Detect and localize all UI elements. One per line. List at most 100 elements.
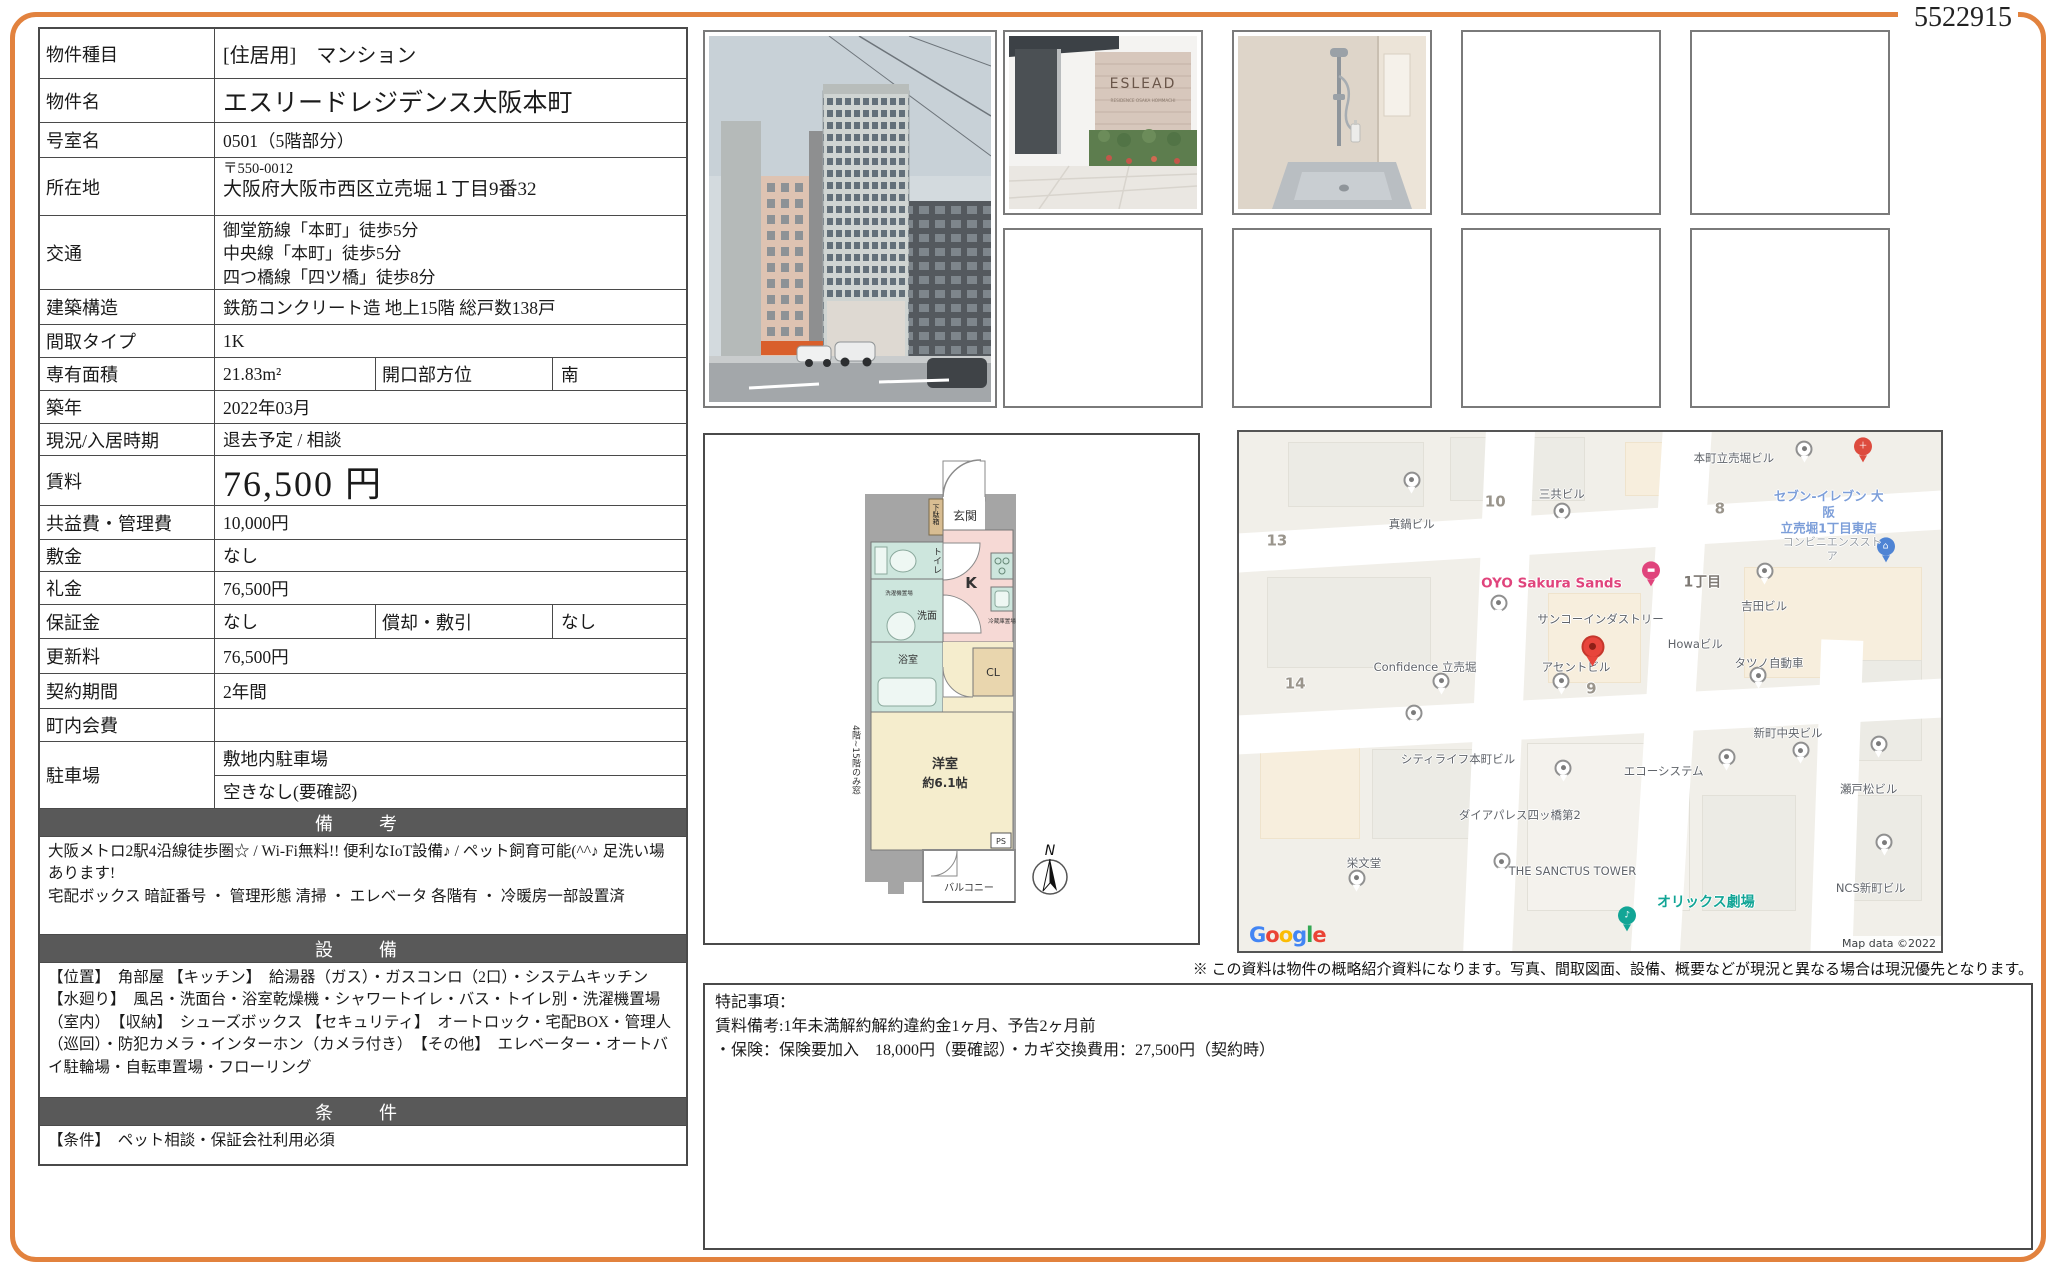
map-label: 8 <box>1715 499 1725 518</box>
area-value: 21.83m² <box>215 358 375 390</box>
map-label: 13 <box>1266 532 1287 551</box>
eslead-sign-subtext: RESIDENCE OSAKA HOMMACHI <box>1111 98 1176 103</box>
row-label: 物件種目 <box>40 29 215 78</box>
pin-shinmachi-chuo <box>1792 742 1809 759</box>
table-row: 礼金 76,500円 <box>40 571 686 604</box>
row-label: 共益費・管理費 <box>40 506 215 539</box>
disclaimer-note: ※ この資料は物件の概略紹介資料になります。写真、間取図面、設備、概要などが現況… <box>703 958 2033 979</box>
direction-value: 南 <box>553 358 686 390</box>
parking-line: 空きなし(要確認) <box>215 775 686 808</box>
row-label: 建築構造 <box>40 290 215 324</box>
map-label: 吉田ビル <box>1741 599 1787 613</box>
map-label: シティライフ本町ビル <box>1401 752 1515 766</box>
table-row: 契約期間 2年間 <box>40 673 686 708</box>
row-label: 契約期間 <box>40 674 215 708</box>
map-label: Confidence 立売堀 <box>1374 660 1477 674</box>
row-label: 間取タイプ <box>40 325 215 357</box>
property-flyer-page: 5522915 物件種目 [住居用] マンション 物件名 エスリードレジデンス大… <box>0 0 2056 1265</box>
map-label: コンビニエンスストア <box>1778 535 1887 563</box>
photo-placeholder-empty <box>1690 30 1890 215</box>
bathroom-label: 浴室 <box>898 653 918 666</box>
room-size-label: 約6.1帖 <box>922 775 967 790</box>
row-label: 現況/入居時期 <box>40 424 215 455</box>
map-label: 栄文堂 <box>1347 856 1382 870</box>
table-row: 物件名 エスリードレジデンス大阪本町 <box>40 78 686 122</box>
pin-convenience: ＋ <box>1854 437 1872 455</box>
property-table: 物件種目 [住居用] マンション 物件名 エスリードレジデンス大阪本町 号室名 … <box>38 27 688 1166</box>
map-label: エコーシステム <box>1624 764 1704 778</box>
table-row: 築年 2022年03月 <box>40 390 686 423</box>
toilet-label: トイレ <box>931 547 942 574</box>
map-label: 新町中央ビル <box>1753 726 1822 740</box>
google-logo-letter: e <box>1312 923 1325 947</box>
table-row: 所在地 〒550-0012 大阪府大阪市西区立売堀１丁目9番32 <box>40 157 686 215</box>
table-row: 専有面積 21.83m² 開口部方位 南 <box>40 357 686 390</box>
row-value: なし <box>215 540 686 571</box>
pin-theater: ♪ <box>1618 907 1636 925</box>
washroom-label: 洗面 <box>917 610 937 622</box>
pin-sanko <box>1490 594 1507 611</box>
map-label: アセントビル <box>1542 660 1611 674</box>
row-label: 専有面積 <box>40 358 215 390</box>
row-label: 賃料 <box>40 456 215 505</box>
pin-confidence <box>1433 672 1450 689</box>
special-notes-line: ・保険：保険要加入 18,000円（要確認）・カギ交換費用：27,500円（契約… <box>715 1039 2021 1063</box>
pin-ascent <box>1553 672 1570 689</box>
entrance-photo-graphic: ESLEAD RESIDENCE OSAKA HOMMACHI <box>1009 36 1197 209</box>
special-notes-box: 特記事項： 賃料備考:1年未満解約解約違約金1ヶ月、予告2ヶ月前 ・保険：保険要… <box>703 983 2033 1250</box>
parking-line: 敷地内駐車場 <box>215 742 686 775</box>
row-label: 開口部方位 <box>375 358 553 390</box>
map-label: 三共ビル <box>1539 487 1585 501</box>
row-value: 1K <box>215 325 686 357</box>
room-label: 洋室 <box>932 756 958 772</box>
table-row: 町内会費 <box>40 708 686 741</box>
washer-note: 洗濯機置場 <box>885 589 913 597</box>
map-label: 瀬戸松ビル <box>1840 781 1898 795</box>
table-row: 敷金 なし <box>40 539 686 571</box>
table-row: 物件種目 [住居用] マンション <box>40 29 686 78</box>
row-value: [住居用] マンション <box>215 29 686 78</box>
compass-needle <box>1050 859 1057 891</box>
table-row: 共益費・管理費 10,000円 <box>40 505 686 539</box>
pin-echo <box>1718 748 1735 765</box>
photo-shower-room <box>1232 30 1432 215</box>
row-value <box>215 709 686 741</box>
row-label: 駐車場 <box>40 742 215 808</box>
map-label: NCS新町ビル <box>1836 880 1906 894</box>
special-notes-line: 賃料備考:1年未満解約解約違約金1ヶ月、予告2ヶ月前 <box>715 1015 2021 1039</box>
postal-code: 〒550-0012 <box>223 160 678 178</box>
map-label: THE SANCTUS TOWER <box>1509 864 1637 878</box>
floorplan-graphic: 玄関 下駄箱 PS トイレ K 冷蔵庫置場 <box>705 435 1198 943</box>
map-label: オリックス劇場 <box>1657 895 1755 913</box>
map-label: セブン-イレブン 大阪 立売堀1丁目東店 <box>1773 489 1885 536</box>
photo-placeholder-empty <box>1461 30 1661 215</box>
window-note: 4階~15階のみ窓 <box>850 725 861 795</box>
map-label: 14 <box>1285 674 1306 693</box>
google-logo-letter: o <box>1265 923 1278 947</box>
map-label: OYO Sakura Sands <box>1481 576 1622 593</box>
conditions-text: 【条件】 ペット相談・保証会社利用必須 <box>40 1125 686 1164</box>
pin-sankyo <box>1553 502 1570 519</box>
map-label: 1丁目 <box>1683 574 1721 592</box>
remarks-text: 大阪メトロ2駅4沿線徒歩圏☆ / Wi-Fi無料!! 便利なIoT設備♪ / ペ… <box>40 836 686 934</box>
row-label: 交通 <box>40 216 215 289</box>
pin-hommachi-itachibori <box>1796 440 1813 457</box>
genkan-label: 玄関 <box>953 508 977 523</box>
row-value: 10,000円 <box>215 506 686 539</box>
row-label: 更新料 <box>40 639 215 673</box>
address: 大阪府大阪市西区立売堀１丁目9番32 <box>223 178 678 202</box>
photo-building-exterior <box>703 30 997 408</box>
photo-placeholder-empty <box>1690 228 1890 408</box>
equipment-header: 設 備 <box>40 934 686 962</box>
special-notes-title: 特記事項： <box>715 991 2021 1015</box>
kitchen-label: K <box>965 574 978 592</box>
google-logo-letter: o <box>1279 923 1292 947</box>
table-row: 間取タイプ 1K <box>40 324 686 357</box>
row-value: 退去予定 / 相談 <box>215 424 686 455</box>
table-row: 現況/入居時期 退去予定 / 相談 <box>40 423 686 455</box>
table-row: 号室名 0501（5階部分） <box>40 122 686 157</box>
transport-cell: 御堂筋線「本町」徒歩5分 中央線「本町」徒歩5分 四つ橋線「四ツ橋」徒歩8分 <box>215 216 686 289</box>
photo-placeholder-empty <box>1232 228 1432 408</box>
row-label: 物件名 <box>40 79 215 122</box>
transport-line: 中央線「本町」徒歩5分 <box>223 242 678 265</box>
